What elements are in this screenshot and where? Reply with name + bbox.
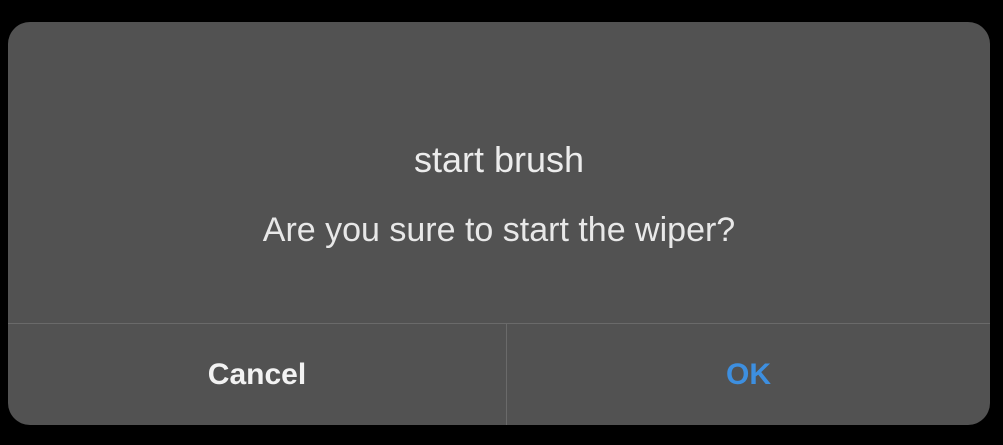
cancel-button[interactable]: Cancel — [8, 324, 506, 425]
confirm-dialog: start brush Are you sure to start the wi… — [8, 22, 990, 425]
dialog-message: Are you sure to start the wiper? — [262, 211, 736, 249]
dialog-title: start brush — [413, 139, 585, 180]
ok-button[interactable]: OK — [507, 324, 990, 425]
dialog-body: start brush Are you sure to start the wi… — [8, 22, 990, 323]
